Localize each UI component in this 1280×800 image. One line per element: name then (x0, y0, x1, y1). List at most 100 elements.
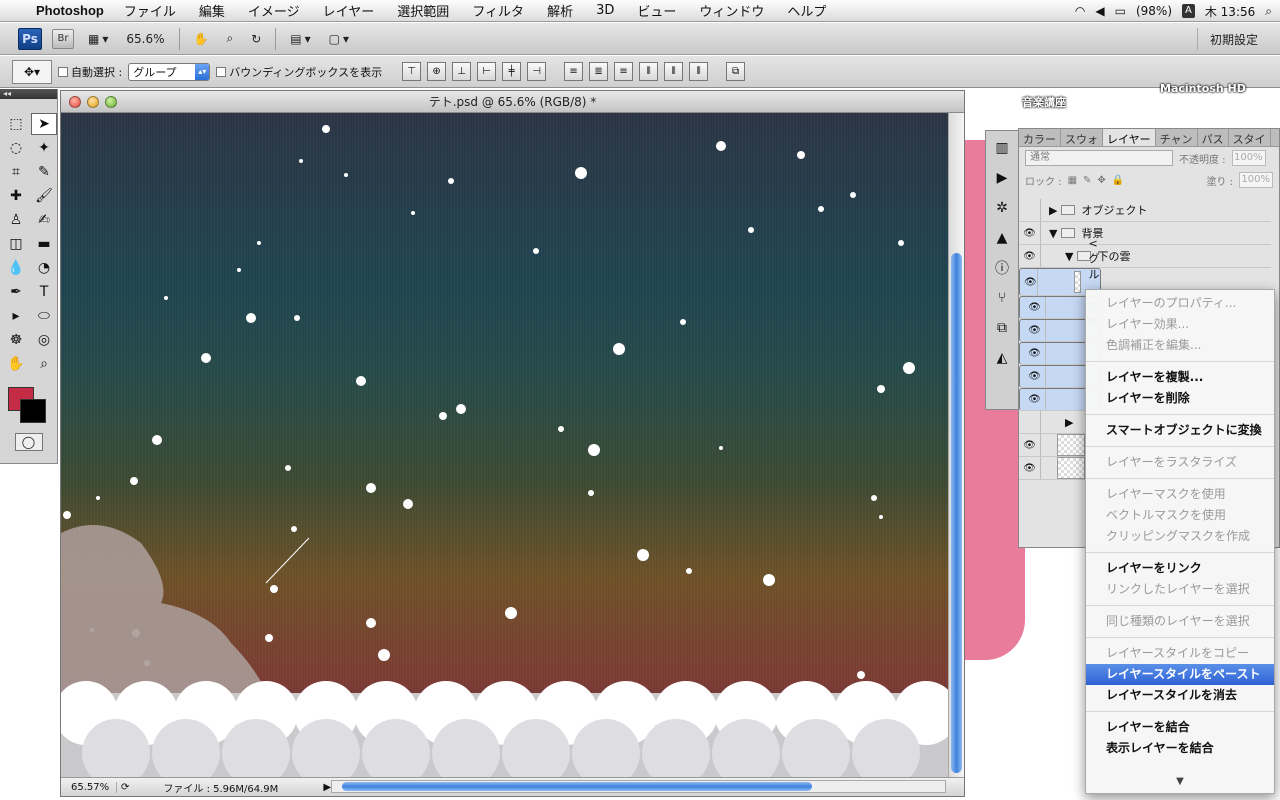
vertical-scroll-thumb[interactable] (951, 253, 962, 773)
blend-mode-dropdown[interactable]: 通常 (1025, 150, 1173, 166)
tab-channels[interactable]: チャン (1156, 129, 1198, 146)
disclosure-triangle-icon[interactable]: ▶ (1065, 416, 1073, 429)
background-color-swatch[interactable] (20, 399, 46, 423)
bridge-button[interactable]: Br (52, 28, 74, 49)
vertical-scrollbar[interactable] (948, 113, 964, 777)
context-menu-item[interactable]: 表示レイヤーを結合 (1086, 738, 1274, 759)
context-menu-item[interactable]: レイヤーを削除 (1086, 388, 1274, 409)
distribute-right-button[interactable]: ⦀ (689, 62, 709, 81)
auto-align-button[interactable]: ⧉ (726, 62, 746, 81)
align-left-button[interactable]: ⊢ (477, 62, 497, 81)
clone-source-panel-button[interactable]: ⧉ (990, 317, 1014, 339)
scroll-down-icon[interactable]: ▼ (1086, 776, 1274, 787)
zoom-tool[interactable]: ⌕ (31, 353, 57, 375)
eye-icon[interactable]: 👁 (1019, 457, 1041, 479)
opacity-input[interactable]: 100% (1231, 150, 1266, 166)
screen-mode-button[interactable]: ▦ ▾ (84, 28, 112, 50)
document-canvas[interactable] (61, 113, 949, 777)
distribute-left-button[interactable]: ⦀ (639, 62, 659, 81)
menu-filter[interactable]: フィルタ (472, 1, 524, 20)
disclosure-triangle-icon[interactable]: ▼ (1065, 250, 1073, 263)
notes-panel-button[interactable]: ◭ (990, 347, 1014, 369)
ime-indicator[interactable]: A (1182, 4, 1195, 18)
layer-row[interactable]: ▶ オブジェクト (1019, 199, 1271, 222)
eye-icon[interactable]: 👁 (1024, 320, 1046, 341)
eye-icon[interactable]: 👁 (1024, 269, 1038, 295)
menu-3d[interactable]: 3D (596, 3, 614, 18)
menu-help[interactable]: ヘルプ (787, 1, 826, 20)
document-titlebar[interactable]: テト.psd @ 65.6% (RGB/8) * (61, 91, 964, 113)
shape-tool[interactable]: ⬭ (31, 305, 57, 327)
gradient-tool[interactable]: ▬ (31, 233, 57, 255)
bounding-box-checkbox[interactable]: バウンディングボックスを表示 (216, 64, 382, 80)
auto-select-dropdown[interactable]: グループ ▴▾ (128, 62, 211, 81)
context-menu-item[interactable]: レイヤースタイルを消去 (1086, 685, 1274, 706)
disclosure-triangle-icon[interactable]: ▼ (1049, 227, 1057, 240)
menu-file[interactable]: ファイル (124, 1, 176, 20)
move-tool[interactable]: ➤ (31, 113, 57, 135)
menu-edit[interactable]: 編集 (199, 1, 225, 20)
eye-icon[interactable]: 👁 (1024, 297, 1046, 318)
zoom-field[interactable]: 65.57% (61, 781, 117, 793)
marquee-tool[interactable]: ⬚ (3, 113, 29, 135)
history-panel-button[interactable]: ▥ (990, 137, 1014, 159)
adjustments-panel-button[interactable]: ▲ (990, 227, 1014, 249)
horizontal-scrollbar[interactable] (331, 780, 946, 793)
type-tool[interactable]: T (31, 281, 57, 303)
fill-input[interactable]: 100% (1239, 172, 1273, 188)
distribute-bottom-button[interactable]: ≡ (614, 62, 634, 81)
arrange-documents-button[interactable]: ▤ ▾ (286, 28, 314, 50)
hand-tool[interactable]: ✋ (3, 353, 29, 375)
eye-icon[interactable]: 👁 (1024, 389, 1046, 410)
healing-tool[interactable]: ✚ (3, 185, 29, 207)
menu-view[interactable]: ビュー (637, 1, 676, 20)
workspace-switcher[interactable]: 初期設定 (1196, 28, 1270, 50)
lock-pixels-icon[interactable]: ✎ (1083, 175, 1091, 186)
auto-select-checkbox[interactable]: 自動選択 : (58, 64, 122, 80)
tab-swatches[interactable]: スウォ (1061, 129, 1103, 146)
menu-select[interactable]: 選択範囲 (397, 1, 449, 20)
quick-mask-button[interactable]: ◯ (14, 433, 43, 451)
volume-icon[interactable]: ◀ (1095, 4, 1104, 18)
clock[interactable]: 木 13:56 (1205, 3, 1255, 20)
distribute-vcenter-button[interactable]: ≣ (589, 62, 609, 81)
eye-icon[interactable]: 👁 (1019, 434, 1041, 456)
status-menu-icon[interactable]: ⟳ (117, 782, 133, 793)
desktop-folder-label[interactable]: 音楽講座 (1022, 94, 1066, 110)
lock-position-icon[interactable]: ✥ (1097, 175, 1105, 186)
visibility-toggle[interactable] (1019, 199, 1041, 221)
tools-panel-header[interactable]: ◂◂ (0, 89, 57, 99)
tab-color[interactable]: カラー (1019, 129, 1061, 146)
zoom-tool-button[interactable]: ⌕ (222, 28, 237, 50)
magic-wand-tool[interactable]: ✦ (31, 137, 57, 159)
distribute-top-button[interactable]: ≡ (564, 62, 584, 81)
menu-layer[interactable]: レイヤー (323, 1, 375, 20)
horizontal-scroll-thumb[interactable] (342, 782, 812, 791)
3d-panel-button[interactable]: ✲ (990, 197, 1014, 219)
desktop-drive-label[interactable]: Macintosh HD (1160, 82, 1246, 95)
wifi-icon[interactable]: ◠ (1075, 4, 1085, 18)
menu-window[interactable]: ウィンドウ (699, 1, 764, 20)
tab-styles[interactable]: スタイ (1229, 129, 1271, 146)
app-menu[interactable]: Photoshop (36, 3, 104, 18)
3d-orbit-tool[interactable]: ◎ (31, 329, 57, 351)
context-menu-item[interactable]: レイヤーを結合 (1086, 717, 1274, 738)
context-menu-item[interactable]: レイヤースタイルをペースト (1086, 664, 1274, 685)
visibility-toggle[interactable] (1019, 411, 1041, 433)
info-panel-button[interactable]: ⓘ (990, 257, 1014, 279)
lasso-tool[interactable]: ◌ (3, 137, 29, 159)
tab-layers[interactable]: レイヤー (1103, 129, 1156, 146)
battery-icon[interactable]: ▭ (1115, 4, 1126, 18)
dodge-tool[interactable]: ◔ (31, 257, 57, 279)
layer-row[interactable]: 👁 ▼ 背景 (1019, 222, 1271, 245)
layer-row[interactable]: 👁 ▼ 下の雲 (1019, 245, 1271, 268)
disclosure-triangle-icon[interactable]: ▶ (1049, 204, 1057, 217)
align-hcenter-button[interactable]: ╪ (502, 62, 522, 81)
brush-tool[interactable]: 🖌 (31, 185, 57, 207)
menu-analysis[interactable]: 解析 (547, 1, 573, 20)
lock-transparency-icon[interactable]: ▦ (1068, 175, 1077, 186)
eye-icon[interactable]: 👁 (1024, 343, 1046, 364)
screen-mode-menu[interactable]: ▢ ▾ (325, 28, 353, 50)
menu-image[interactable]: イメージ (248, 1, 300, 20)
context-menu-item[interactable]: レイヤーをリンク (1086, 558, 1274, 579)
